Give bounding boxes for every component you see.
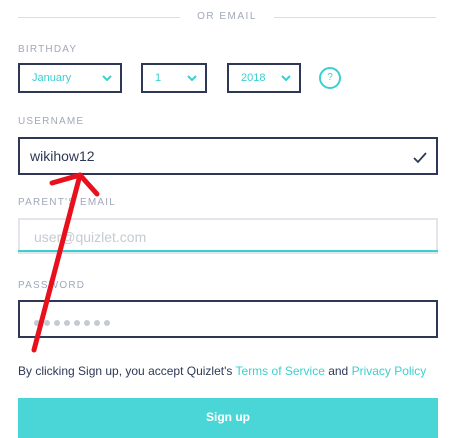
privacy-policy-link[interactable]: Privacy Policy (352, 364, 427, 378)
sign-up-label: Sign up (206, 410, 250, 424)
birth-month-value: January (32, 72, 72, 84)
password-field[interactable] (18, 300, 438, 338)
birth-day-value: 1 (155, 72, 162, 84)
parent-email-label: PARENT'S EMAIL (18, 197, 116, 208)
birthday-label: BIRTHDAY (18, 44, 78, 55)
terms-prefix: By clicking Sign up, you accept Quizlet'… (18, 364, 236, 378)
parent-email-placeholder: user@quizlet.com (34, 229, 147, 245)
username-label: USERNAME (18, 116, 85, 127)
checkmark-icon (413, 152, 427, 164)
chevron-down-icon (187, 75, 197, 82)
terms-of-service-link[interactable]: Terms of Service (236, 364, 325, 378)
birth-day-select[interactable]: 1 (141, 63, 207, 93)
birth-year-value: 2018 (241, 72, 266, 84)
birth-month-select[interactable]: January (18, 63, 122, 93)
password-mask (34, 313, 114, 331)
parent-email-field[interactable]: user@quizlet.com (18, 218, 438, 254)
terms-and: and (324, 364, 352, 378)
username-value: wikihow12 (30, 148, 95, 164)
sign-up-button[interactable]: Sign up (18, 398, 438, 438)
birth-year-select[interactable]: 2018 (227, 63, 301, 93)
divider-line-right (274, 17, 436, 18)
or-email-text: OR EMAIL (197, 11, 257, 22)
or-email-divider: OR EMAIL (18, 11, 436, 22)
divider-line-left (18, 17, 180, 18)
parent-email-underline (18, 250, 438, 252)
username-field[interactable]: wikihow12 (18, 137, 438, 175)
terms-text: By clicking Sign up, you accept Quizlet'… (18, 364, 426, 378)
chevron-down-icon (102, 75, 112, 82)
chevron-down-icon (281, 75, 291, 82)
password-label: PASSWORD (18, 280, 86, 291)
question-mark-icon[interactable]: ? (319, 67, 341, 89)
